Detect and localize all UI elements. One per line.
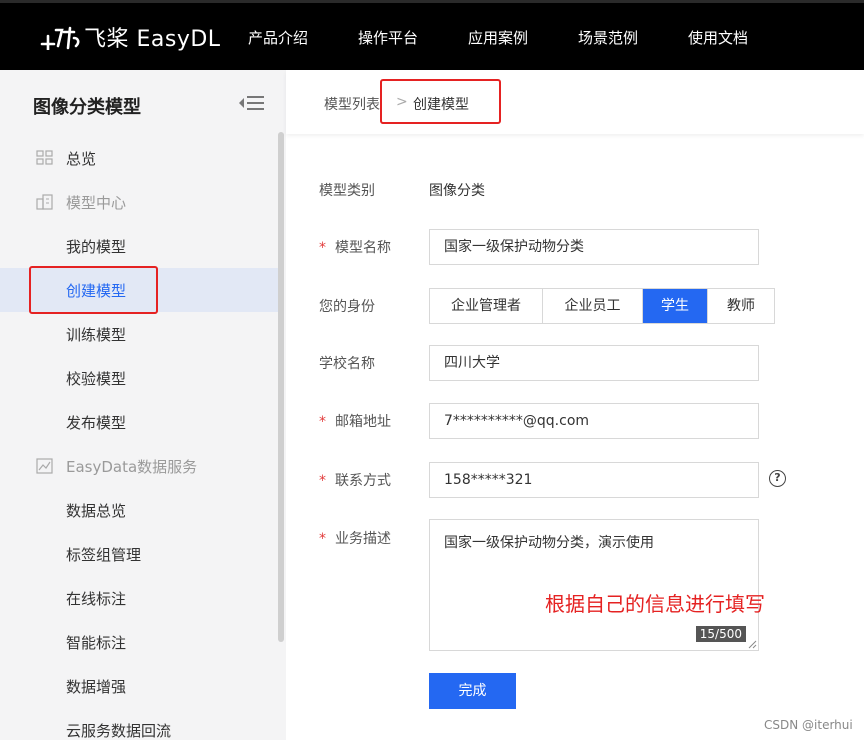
sidebar-item-label: 数据总览: [66, 502, 127, 520]
sidebar-item-data-augmentation[interactable]: 数据增强: [0, 664, 280, 708]
top-navbar: 飞桨 EasyDL 产品介绍 操作平台 应用案例 场景范例 使用文档: [0, 0, 864, 70]
sidebar-scrollbar[interactable]: [278, 132, 284, 642]
nav-platform[interactable]: 操作平台: [358, 27, 418, 48]
required-mark: *: [319, 414, 326, 430]
sidebar-item-data-overview[interactable]: 数据总览: [0, 488, 280, 532]
sidebar-item-validate-model[interactable]: 校验模型: [0, 356, 280, 400]
submit-button[interactable]: 完成: [429, 673, 516, 709]
phone-label-text: 联系方式: [335, 473, 391, 489]
building-icon: [36, 194, 53, 210]
help-icon[interactable]: ?: [769, 470, 786, 487]
model-type-label: 模型类别: [319, 183, 375, 199]
grid-icon: [36, 150, 53, 165]
breadcrumb-separator-icon: >: [396, 94, 408, 110]
phone-input[interactable]: 158*****321: [429, 462, 759, 498]
sidebar-item-label: 模型中心: [66, 194, 127, 212]
identity-option-student[interactable]: 学生: [643, 289, 708, 323]
required-mark: *: [319, 531, 326, 547]
logo[interactable]: 飞桨 EasyDL: [40, 22, 221, 52]
top-border: [0, 0, 864, 3]
nav-cases[interactable]: 应用案例: [468, 27, 528, 48]
breadcrumb-current: 创建模型: [413, 97, 469, 113]
model-type-value: 图像分类: [429, 183, 485, 199]
annotation-text: 根据自己的信息进行填写: [545, 592, 765, 616]
required-mark: *: [319, 240, 326, 256]
sidebar-group-model-center[interactable]: 模型中心: [0, 180, 280, 224]
breadcrumb-model-list[interactable]: 模型列表: [324, 94, 380, 114]
sidebar-item-create-model[interactable]: 创建模型: [0, 268, 280, 312]
sidebar-item-my-models[interactable]: 我的模型: [0, 224, 280, 268]
sidebar-item-label: 云服务数据回流: [66, 722, 172, 740]
description-label-text: 业务描述: [335, 531, 391, 547]
sidebar-item-overview[interactable]: 总览: [0, 136, 280, 180]
school-label: 学校名称: [319, 356, 375, 372]
description-textarea[interactable]: 国家一级保护动物分类，演示使用 15/500: [429, 519, 759, 651]
sidebar-item-label-groups[interactable]: 标签组管理: [0, 532, 280, 576]
description-label: * 业务描述: [319, 528, 391, 548]
logo-text: 飞桨 EasyDL: [84, 27, 221, 52]
resize-handle-icon[interactable]: [748, 640, 757, 649]
school-input[interactable]: 四川大学: [429, 345, 759, 381]
model-name-input[interactable]: 国家一级保护动物分类: [429, 229, 759, 265]
sidebar-group-easydata[interactable]: EasyData数据服务: [0, 444, 280, 488]
sidebar-item-label: 智能标注: [66, 634, 127, 652]
model-name-label: * 模型名称: [319, 237, 391, 257]
sidebar-item-label: 校验模型: [66, 370, 127, 388]
email-input[interactable]: 7**********@qq.com: [429, 403, 759, 439]
paddle-logo-icon: [40, 26, 80, 50]
watermark: CSDN @iterhui: [764, 718, 853, 732]
nav-product-intro[interactable]: 产品介绍: [248, 27, 308, 48]
sidebar-item-label: 总览: [66, 150, 97, 168]
sidebar-item-smart-annotation[interactable]: 智能标注: [0, 620, 280, 664]
sidebar-item-publish-model[interactable]: 发布模型: [0, 400, 280, 444]
sidebar-title: 图像分类模型: [33, 97, 141, 118]
sidebar-item-label: EasyData数据服务: [66, 458, 198, 476]
phone-label: * 联系方式: [319, 470, 391, 490]
required-mark: *: [319, 473, 326, 489]
sidebar: 图像分类模型 总览 模型中心 我的模型 创建模型 训练模型 校验模型 发布模型 …: [0, 70, 286, 740]
email-label: * 邮箱地址: [319, 411, 391, 431]
sidebar-item-label: 标签组管理: [66, 546, 142, 564]
identity-option-employee[interactable]: 企业员工: [543, 289, 643, 323]
nav-scenarios[interactable]: 场景范例: [578, 27, 638, 48]
sidebar-item-label: 发布模型: [66, 414, 127, 432]
description-text: 国家一级保护动物分类，演示使用: [444, 535, 654, 551]
sidebar-item-label: 在线标注: [66, 590, 127, 608]
breadcrumb: 模型列表 > 创建模型: [286, 70, 864, 134]
sidebar-item-cloud-data-backflow[interactable]: 云服务数据回流: [0, 708, 280, 752]
identity-option-teacher[interactable]: 教师: [708, 289, 774, 323]
sidebar-item-online-annotation[interactable]: 在线标注: [0, 576, 280, 620]
identity-label: 您的身份: [319, 299, 375, 315]
sidebar-item-train-model[interactable]: 训练模型: [0, 312, 280, 356]
model-name-label-text: 模型名称: [335, 240, 391, 256]
nav-docs[interactable]: 使用文档: [688, 27, 748, 48]
email-label-text: 邮箱地址: [335, 414, 391, 430]
identity-selector: 企业管理者 企业员工 学生 教师: [429, 288, 775, 324]
identity-option-manager[interactable]: 企业管理者: [430, 289, 543, 323]
sidebar-item-label: 数据增强: [66, 678, 127, 696]
char-counter: 15/500: [695, 626, 746, 642]
collapse-sidebar-icon[interactable]: [238, 95, 264, 111]
sidebar-item-label: 创建模型: [66, 282, 127, 300]
sidebar-item-label: 训练模型: [66, 326, 127, 344]
chart-icon: [36, 458, 53, 474]
sidebar-item-label: 我的模型: [66, 238, 127, 256]
